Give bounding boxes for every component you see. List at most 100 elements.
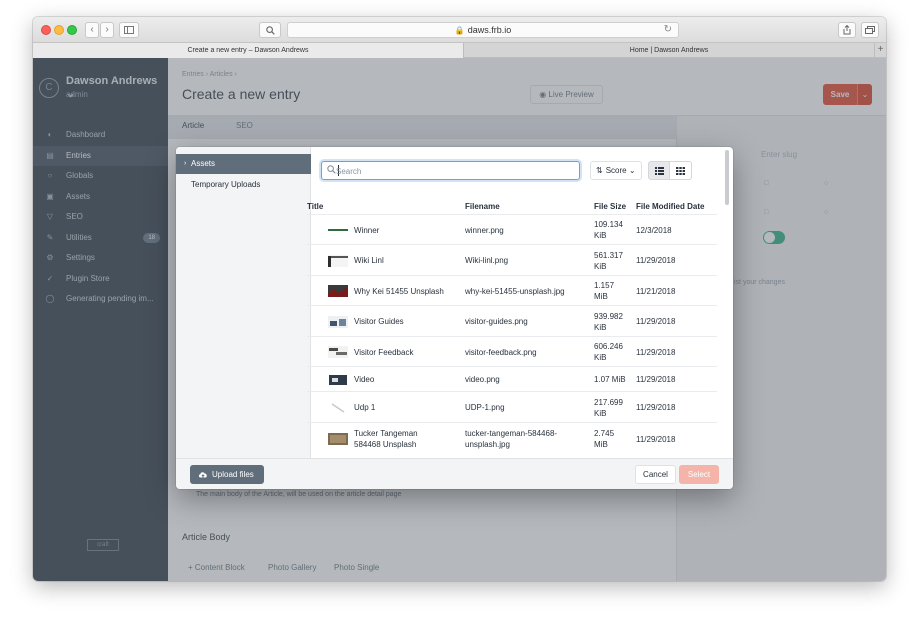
browser-tab-bar: Create a new entry – Dawson Andrews Home… — [33, 43, 886, 58]
column-filename[interactable]: Filename — [465, 202, 500, 211]
list-icon — [654, 167, 664, 175]
lock-icon: 🔒 — [454, 26, 465, 35]
modal-scrollbar[interactable] — [725, 150, 729, 205]
cell-filename: video.png — [465, 375, 500, 384]
upload-cloud-icon — [198, 472, 207, 478]
cell-date: 11/29/2018 — [636, 348, 676, 357]
cell-filename: visitor-guides.png — [465, 317, 528, 326]
grid-icon — [676, 167, 685, 175]
new-tab-button[interactable]: + — [874, 43, 886, 58]
browser-tab-home[interactable]: Home | Dawson Andrews — [463, 43, 874, 58]
cell-file-size: 1.157 MiB — [594, 281, 615, 301]
grid-view-button[interactable] — [670, 161, 692, 180]
chevron-right-icon: › — [184, 160, 187, 167]
table-row[interactable]: Winner winner.png 109.134 KiB 12/3/2018 — [307, 214, 717, 244]
cell-file-size: 2.745 MiB — [594, 429, 615, 449]
asset-thumbnail — [328, 402, 348, 414]
table-row[interactable]: Video video.png 1.07 MiB 11/29/2018 — [307, 366, 717, 391]
cell-file-size: 561.317 KiB — [594, 251, 623, 271]
cell-title: Visitor Guides — [354, 317, 404, 326]
cell-date: 12/3/2018 — [636, 226, 672, 235]
search-icon — [327, 165, 336, 174]
table-row[interactable]: Tucker Tangeman 584468 Unsplash tucker-tan… — [307, 422, 717, 454]
asset-thumbnail — [328, 374, 348, 386]
asset-thumbnail — [328, 346, 348, 358]
sidebar-toggle-button[interactable] — [119, 22, 139, 38]
cell-filename: Wiki-linl.png — [465, 256, 509, 265]
show-tabs-button[interactable] — [861, 22, 879, 38]
cell-filename: why-kei-51455-unsplash.jpg — [465, 287, 565, 296]
chevron-left-icon: ‹ — [90, 24, 94, 35]
cell-title: Visitor Feedback — [354, 348, 414, 357]
cell-title: Tucker Tangeman 584468 Unsplash — [354, 429, 418, 449]
cell-title: Udp 1 — [354, 403, 376, 412]
column-file-size[interactable]: File Size — [594, 202, 626, 211]
url-text: daws.frb.io — [467, 25, 512, 35]
forward-button[interactable]: › — [100, 22, 114, 38]
browser-tab-active[interactable]: Create a new entry – Dawson Andrews — [33, 43, 463, 58]
search-toolbar-button[interactable] — [259, 22, 281, 38]
table-row[interactable]: Udp 1 UDP-1.png 217.699 KiB 11/29/2018 — [307, 391, 717, 422]
source-label: Temporary Uploads — [191, 180, 261, 189]
asset-selector-modal: › Assets Temporary Uploads ⇅Score ⌄ Title… — [176, 147, 733, 489]
close-window-button[interactable] — [41, 25, 51, 35]
sidebar-icon — [124, 26, 134, 34]
column-file-modified-date[interactable]: File Modified Date — [636, 202, 704, 211]
cell-filename: visitor-feedback.png — [465, 348, 537, 357]
modal-footer: Upload files Cancel Select — [176, 458, 733, 489]
table-row[interactable]: Visitor Guides visitor-guides.png 939.982 K… — [307, 305, 717, 336]
cell-date: 11/29/2018 — [636, 375, 676, 384]
cell-date: 11/21/2018 — [636, 287, 676, 296]
cell-title: Why Kei 51455 Unsplash — [354, 287, 444, 296]
table-header: Title Filename File Size File Modified D… — [307, 198, 717, 214]
upload-files-label: Upload files — [212, 470, 254, 479]
column-title[interactable]: Title — [307, 202, 323, 211]
cell-file-size: 109.134 KiB — [594, 220, 623, 240]
back-button[interactable]: ‹ — [85, 22, 99, 38]
cell-filename: winner.png — [465, 226, 504, 235]
table-row[interactable]: Why Kei 51455 Unsplash why-kei-51455-unsp… — [307, 275, 717, 305]
cell-date: 11/29/2018 — [636, 435, 676, 444]
asset-thumbnail — [328, 285, 348, 297]
cell-filename: UDP-1.png — [465, 403, 505, 412]
cell-date: 11/29/2018 — [636, 317, 676, 326]
cell-file-size: 217.699 KiB — [594, 398, 623, 418]
tabs-icon — [865, 26, 875, 34]
source-assets[interactable]: › Assets — [176, 154, 311, 174]
reload-icon[interactable]: ↻ — [664, 23, 672, 37]
search-input[interactable] — [336, 164, 576, 178]
chevron-right-icon: › — [105, 24, 109, 35]
cell-date: 11/29/2018 — [636, 256, 676, 265]
magnifier-icon — [265, 26, 275, 35]
list-view-button[interactable] — [648, 161, 670, 180]
browser-toolbar: ‹ › 🔒 daws.frb.io ↻ — [33, 17, 886, 43]
zoom-window-button[interactable] — [67, 25, 77, 35]
asset-thumbnail — [328, 255, 348, 267]
table-row[interactable]: Wiki Linl Wiki-linl.png 561.317 KiB 11/29/20… — [307, 244, 717, 275]
share-icon — [843, 24, 851, 35]
asset-table: Winner winner.png 109.134 KiB 12/3/2018 Wiki … — [307, 214, 717, 458]
cell-file-size: 939.982 KiB — [594, 312, 623, 332]
address-bar[interactable]: 🔒 daws.frb.io ↻ — [287, 22, 679, 38]
chevron-down-icon: ⌄ — [626, 166, 636, 175]
asset-thumbnail — [328, 316, 348, 328]
cell-filename: tucker-tangeman-584468- unsplash.jpg — [465, 429, 558, 449]
minimize-window-button[interactable] — [54, 25, 64, 35]
cell-title: Winner — [354, 226, 380, 235]
source-list: › Assets Temporary Uploads — [176, 147, 311, 458]
cell-file-size: 1.07 MiB — [594, 375, 626, 384]
upload-files-button[interactable]: Upload files — [190, 465, 264, 484]
table-row[interactable]: Visitor Feedback visitor-feedback.png 606.… — [307, 336, 717, 366]
sort-label: Score — [605, 166, 627, 175]
sort-menu-button[interactable]: ⇅ Score ⌄ — [590, 161, 642, 180]
share-button[interactable] — [838, 22, 856, 38]
asset-thumbnail — [328, 433, 348, 445]
cell-title: Video — [354, 375, 375, 384]
search-field[interactable] — [321, 161, 580, 180]
cell-file-size: 606.246 KiB — [594, 342, 623, 362]
source-temporary-uploads[interactable]: Temporary Uploads — [176, 175, 311, 195]
cancel-button[interactable]: Cancel — [635, 465, 676, 484]
cell-title: Wiki Linl — [354, 256, 384, 265]
select-button[interactable]: Select — [679, 465, 719, 484]
cell-date: 11/29/2018 — [636, 403, 676, 412]
